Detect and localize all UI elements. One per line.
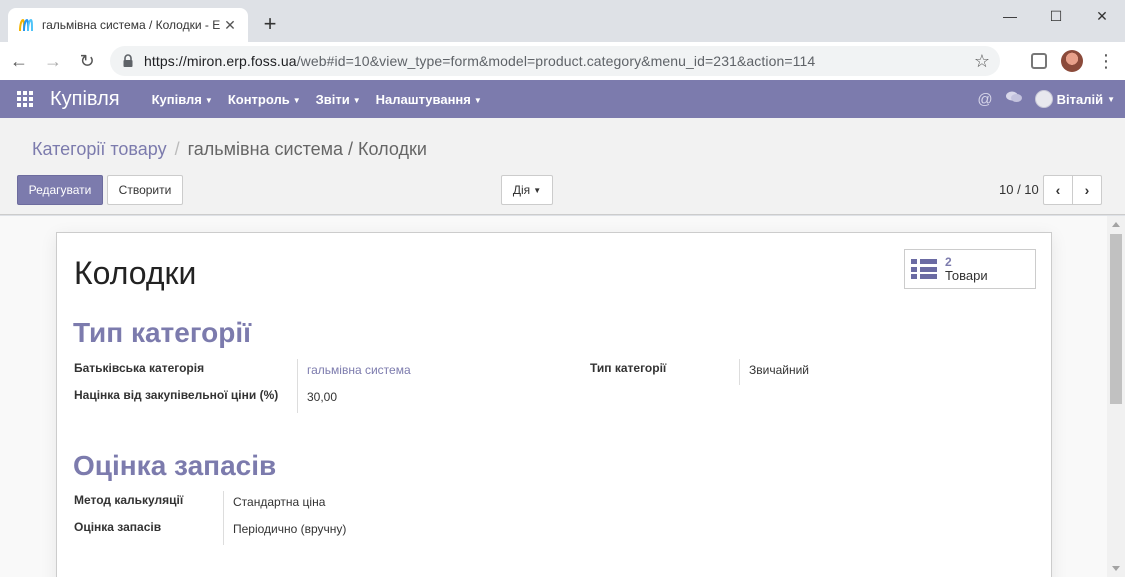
section-title-inventory-valuation: Оцінка запасів (73, 450, 277, 481)
section-title-category-type: Тип категорії (73, 317, 251, 348)
new-tab-plus-icon[interactable]: + (258, 13, 282, 37)
user-menu[interactable]: Віталій ▼ (1034, 90, 1115, 108)
menu-item-purchase[interactable]: Купівля ▼ (152, 92, 213, 107)
products-label: Товари (945, 268, 988, 283)
field-divider (297, 359, 298, 413)
browser-toolbar: ← → ↻ https://miron.erp.foss.ua/web#id=1… (0, 42, 1125, 80)
products-smart-button[interactable]: 2 Товари (904, 249, 1036, 289)
forward-arrow-icon[interactable]: → (38, 46, 68, 76)
tab-close-icon[interactable]: ✕ (222, 17, 238, 33)
markup-value: 30,00 (307, 390, 338, 404)
maximize-icon[interactable]: ☐ (1033, 0, 1079, 32)
browser-menu-icon[interactable]: ⋮ (1097, 52, 1115, 70)
category-type-label: Тип категорії (590, 361, 667, 375)
breadcrumb-separator: / (174, 139, 180, 159)
extension-icon[interactable] (1031, 53, 1047, 69)
form-content-area: 2 Товари Колодки Тип категорії Батьківсь… (0, 216, 1107, 577)
profile-avatar[interactable] (1061, 50, 1083, 72)
window-controls: — ☐ ✕ (987, 0, 1125, 32)
at-sign-icon[interactable]: @ (977, 91, 992, 108)
back-arrow-icon[interactable]: ← (4, 46, 34, 76)
parent-category-link[interactable]: гальмівна система (307, 363, 411, 377)
navbar-right: @ Віталій ▼ (977, 80, 1115, 118)
pager-next-icon[interactable]: › (1072, 175, 1102, 205)
breadcrumb: Категорії товару / гальмівна система / К… (32, 139, 427, 160)
edit-button[interactable]: Редагувати (17, 175, 103, 205)
inventory-valuation-label: Оцінка запасів (74, 520, 162, 534)
browser-tab[interactable]: гальмівна система / Колодки - Е ✕ (8, 8, 248, 42)
pager-previous-icon[interactable]: ‹ (1043, 175, 1073, 205)
user-avatar (1034, 90, 1053, 108)
close-window-icon[interactable]: ✕ (1079, 0, 1125, 32)
parent-category-label: Батьківська категорія (74, 361, 205, 375)
field-divider (223, 491, 224, 545)
tab-title: гальмівна система / Колодки - Е (42, 18, 221, 32)
scroll-up-arrow-icon[interactable] (1112, 222, 1120, 227)
markup-label: Націнка від закупівельної ціни (%) (74, 388, 279, 402)
reload-icon[interactable]: ↻ (72, 46, 102, 76)
control-panel: Категорії товару / гальмівна система / К… (0, 118, 1125, 215)
menu-item-reports[interactable]: Звіти ▼ (316, 92, 361, 107)
app-navbar: Купівля Купівля ▼ Контроль ▼ Звіти ▼ Налашт… (0, 80, 1125, 118)
address-bar[interactable]: https://miron.erp.foss.ua/web#id=10&view… (110, 46, 1000, 76)
main-menu: Купівля ▼ Контроль ▼ Звіти ▼ Налаштування ▼ (152, 92, 497, 107)
lock-icon (122, 54, 134, 68)
costing-method-label: Метод калькуляції (74, 493, 184, 507)
inventory-valuation-value: Періодично (вручну) (233, 522, 347, 536)
menu-item-settings[interactable]: Налаштування ▼ (376, 92, 482, 107)
chat-icon[interactable] (1005, 90, 1023, 108)
url-text: https://miron.erp.foss.ua/web#id=10&view… (144, 53, 816, 69)
action-dropdown-button[interactable]: Дія ▼ (501, 175, 553, 205)
category-type-value: Звичайний (749, 363, 809, 377)
scrollbar-thumb[interactable] (1110, 234, 1122, 404)
products-count: 2 (945, 255, 952, 269)
form-sheet: 2 Товари Колодки Тип категорії Батьківсь… (56, 232, 1052, 577)
apps-grid-icon[interactable] (17, 91, 33, 107)
toolbar-right: ⋮ (1031, 46, 1115, 76)
pager-value: 10 / 10 (999, 182, 1039, 197)
field-divider (739, 359, 740, 385)
browser-tabstrip: гальмівна система / Колодки - Е ✕ + — ☐ … (0, 0, 1125, 42)
odoo-favicon-icon (18, 17, 34, 33)
create-button[interactable]: Створити (107, 175, 183, 205)
star-icon[interactable]: ☆ (974, 51, 990, 72)
vertical-scrollbar[interactable] (1107, 216, 1125, 577)
breadcrumb-current: гальмівна система / Колодки (187, 139, 427, 159)
menu-item-control[interactable]: Контроль ▼ (228, 92, 301, 107)
record-title: Колодки (74, 255, 197, 291)
breadcrumb-parent-link[interactable]: Категорії товару (32, 139, 167, 160)
app-name[interactable]: Купівля (50, 88, 120, 111)
costing-method-value: Стандартна ціна (233, 495, 326, 509)
minimize-icon[interactable]: — (987, 0, 1033, 32)
list-icon (911, 259, 937, 279)
scroll-down-arrow-icon[interactable] (1112, 566, 1120, 571)
